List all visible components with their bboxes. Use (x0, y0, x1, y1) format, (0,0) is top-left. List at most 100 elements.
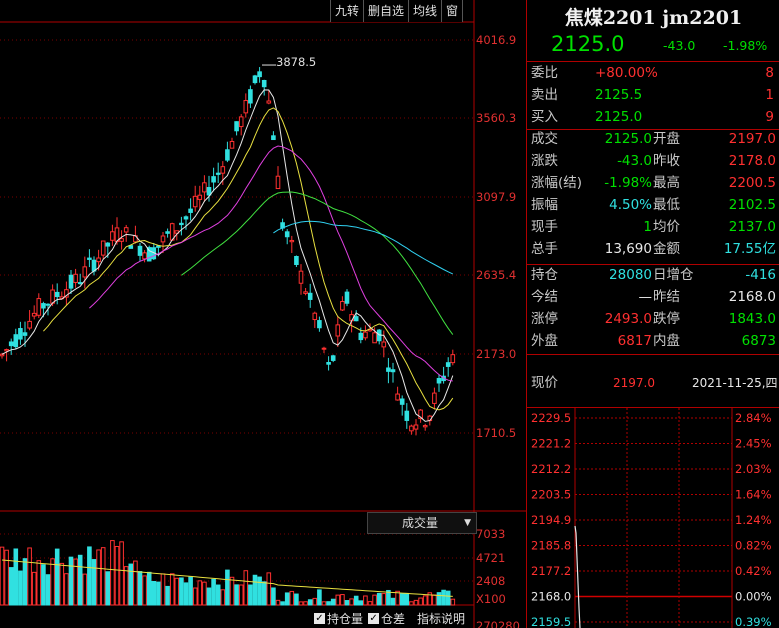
volume-bar (229, 576, 235, 606)
volume-bar (358, 600, 364, 606)
candle-body (404, 410, 410, 421)
window-button[interactable]: 窗 (442, 0, 464, 22)
volume-bar (266, 572, 272, 606)
candle-body (271, 135, 276, 141)
quote-row-label: 内盘 (653, 333, 680, 349)
quote-row-label: 涨停 (531, 311, 558, 327)
contract-title: 焦煤2201 jm2201 (564, 7, 743, 29)
volume-bar (160, 573, 166, 606)
candle-body (298, 270, 304, 284)
volume-bar (197, 580, 203, 606)
indicator-help-link[interactable]: 指标说明 (417, 610, 465, 627)
quote-row-value: 6873 (741, 333, 776, 349)
candle-body (381, 341, 387, 348)
quote-row-value: 2125.0 (595, 109, 643, 125)
volume-bar (202, 581, 207, 606)
candle-body (188, 208, 193, 213)
volume-bar (294, 593, 299, 606)
candle-body (50, 289, 55, 304)
candle-body (183, 216, 189, 220)
volume-bar (340, 594, 345, 606)
minute-price-tick: 2212.2 (531, 462, 571, 476)
minute-pct-tick: 1.24% (735, 513, 772, 527)
volume-bar (105, 571, 111, 606)
volume-bar (36, 560, 42, 606)
candle-body (142, 252, 147, 260)
candle-body (87, 257, 92, 260)
candle-body (257, 71, 262, 78)
volume-bar (0, 546, 5, 606)
candle-body (179, 222, 184, 226)
volume-bar (298, 601, 304, 606)
candle-body (123, 227, 129, 233)
quote-row-label: 成交 (531, 131, 558, 147)
minute-price-tick: 2159.5 (531, 615, 571, 628)
last-price: 2125.0 (551, 32, 625, 56)
volume-bar (399, 593, 405, 606)
volume-bar (174, 577, 180, 606)
volume-bar (128, 563, 134, 606)
moving-average-line (273, 220, 454, 275)
checkbox-icon[interactable]: ✓ (368, 612, 380, 624)
volume-tick: 4721 (476, 551, 506, 565)
quote-row-label: 开盘 (653, 131, 680, 147)
volume-bar (82, 573, 88, 606)
volume-bar (133, 560, 138, 606)
candle-body (363, 331, 368, 339)
quote-row-volume: 9 (765, 109, 774, 125)
volume-bar (280, 601, 285, 606)
volume-bar (59, 562, 65, 606)
candle-body (137, 245, 143, 256)
quote-row-label: 最低 (653, 197, 680, 213)
delete-watchlist-button[interactable]: 删自选 (364, 0, 410, 22)
checkbox-icon[interactable]: ✓ (314, 612, 325, 624)
candle-body (390, 369, 396, 373)
volume-unit: X100 (476, 592, 506, 606)
quote-row-label: 日增仓 (653, 267, 694, 283)
volume-bar (211, 578, 216, 606)
current-price-label: 现价 (531, 375, 558, 391)
candle-body (358, 332, 364, 341)
quote-row-value: 6817 (617, 333, 652, 349)
candle-body (422, 425, 428, 428)
moving-average-line (89, 145, 453, 382)
volume-bar (64, 573, 69, 606)
moving-average-button[interactable]: 均线 (409, 0, 443, 22)
hold-volume-label[interactable]: 持仓量 (327, 610, 363, 627)
volume-bar (445, 590, 451, 606)
volume-bar (367, 601, 373, 606)
quote-row-value: 2178.0 (728, 153, 776, 169)
candle-body (4, 349, 9, 352)
volume-bar (114, 545, 120, 606)
minute-pct-tick: 0.00% (735, 590, 772, 604)
candle-body (413, 424, 419, 430)
volume-bar (248, 584, 253, 606)
quote-row-label: 今结 (531, 289, 558, 305)
jiuzhuan-button[interactable]: 九转 (330, 0, 365, 22)
volume-bar (381, 593, 387, 606)
volume-indicator-select[interactable]: 成交量 ▼ (367, 512, 477, 534)
candle-body (77, 282, 83, 285)
volume-bar (271, 587, 276, 606)
chevron-down-icon: ▼ (464, 518, 471, 528)
quote-row-value: 2493.0 (604, 311, 652, 327)
volume-bar (110, 540, 115, 606)
candle-body (215, 172, 221, 175)
volume-bar (321, 601, 327, 606)
volume-bar (303, 601, 308, 606)
candle-body (22, 332, 28, 336)
candle-body (395, 393, 400, 401)
price-tick: 4016.9 (476, 33, 517, 47)
position-diff-label[interactable]: 仓差 (381, 610, 405, 627)
minute-price-tick: 2203.5 (531, 488, 571, 502)
candle-body (105, 242, 111, 247)
divider (527, 354, 779, 355)
price-tick: 3560.3 (476, 111, 517, 125)
quote-row-value: 2102.5 (728, 197, 776, 213)
minute-chart[interactable]: 2229.5 2.84% 2221.2 2.45% 2212.2 2.03% 2203.5 1… (527, 408, 779, 628)
volume-bar (206, 587, 212, 606)
moving-average-line (1, 89, 454, 422)
candle-body (192, 195, 198, 208)
quote-row-label: 昨收 (653, 153, 680, 169)
quote-row-value: 1843.0 (728, 311, 776, 327)
